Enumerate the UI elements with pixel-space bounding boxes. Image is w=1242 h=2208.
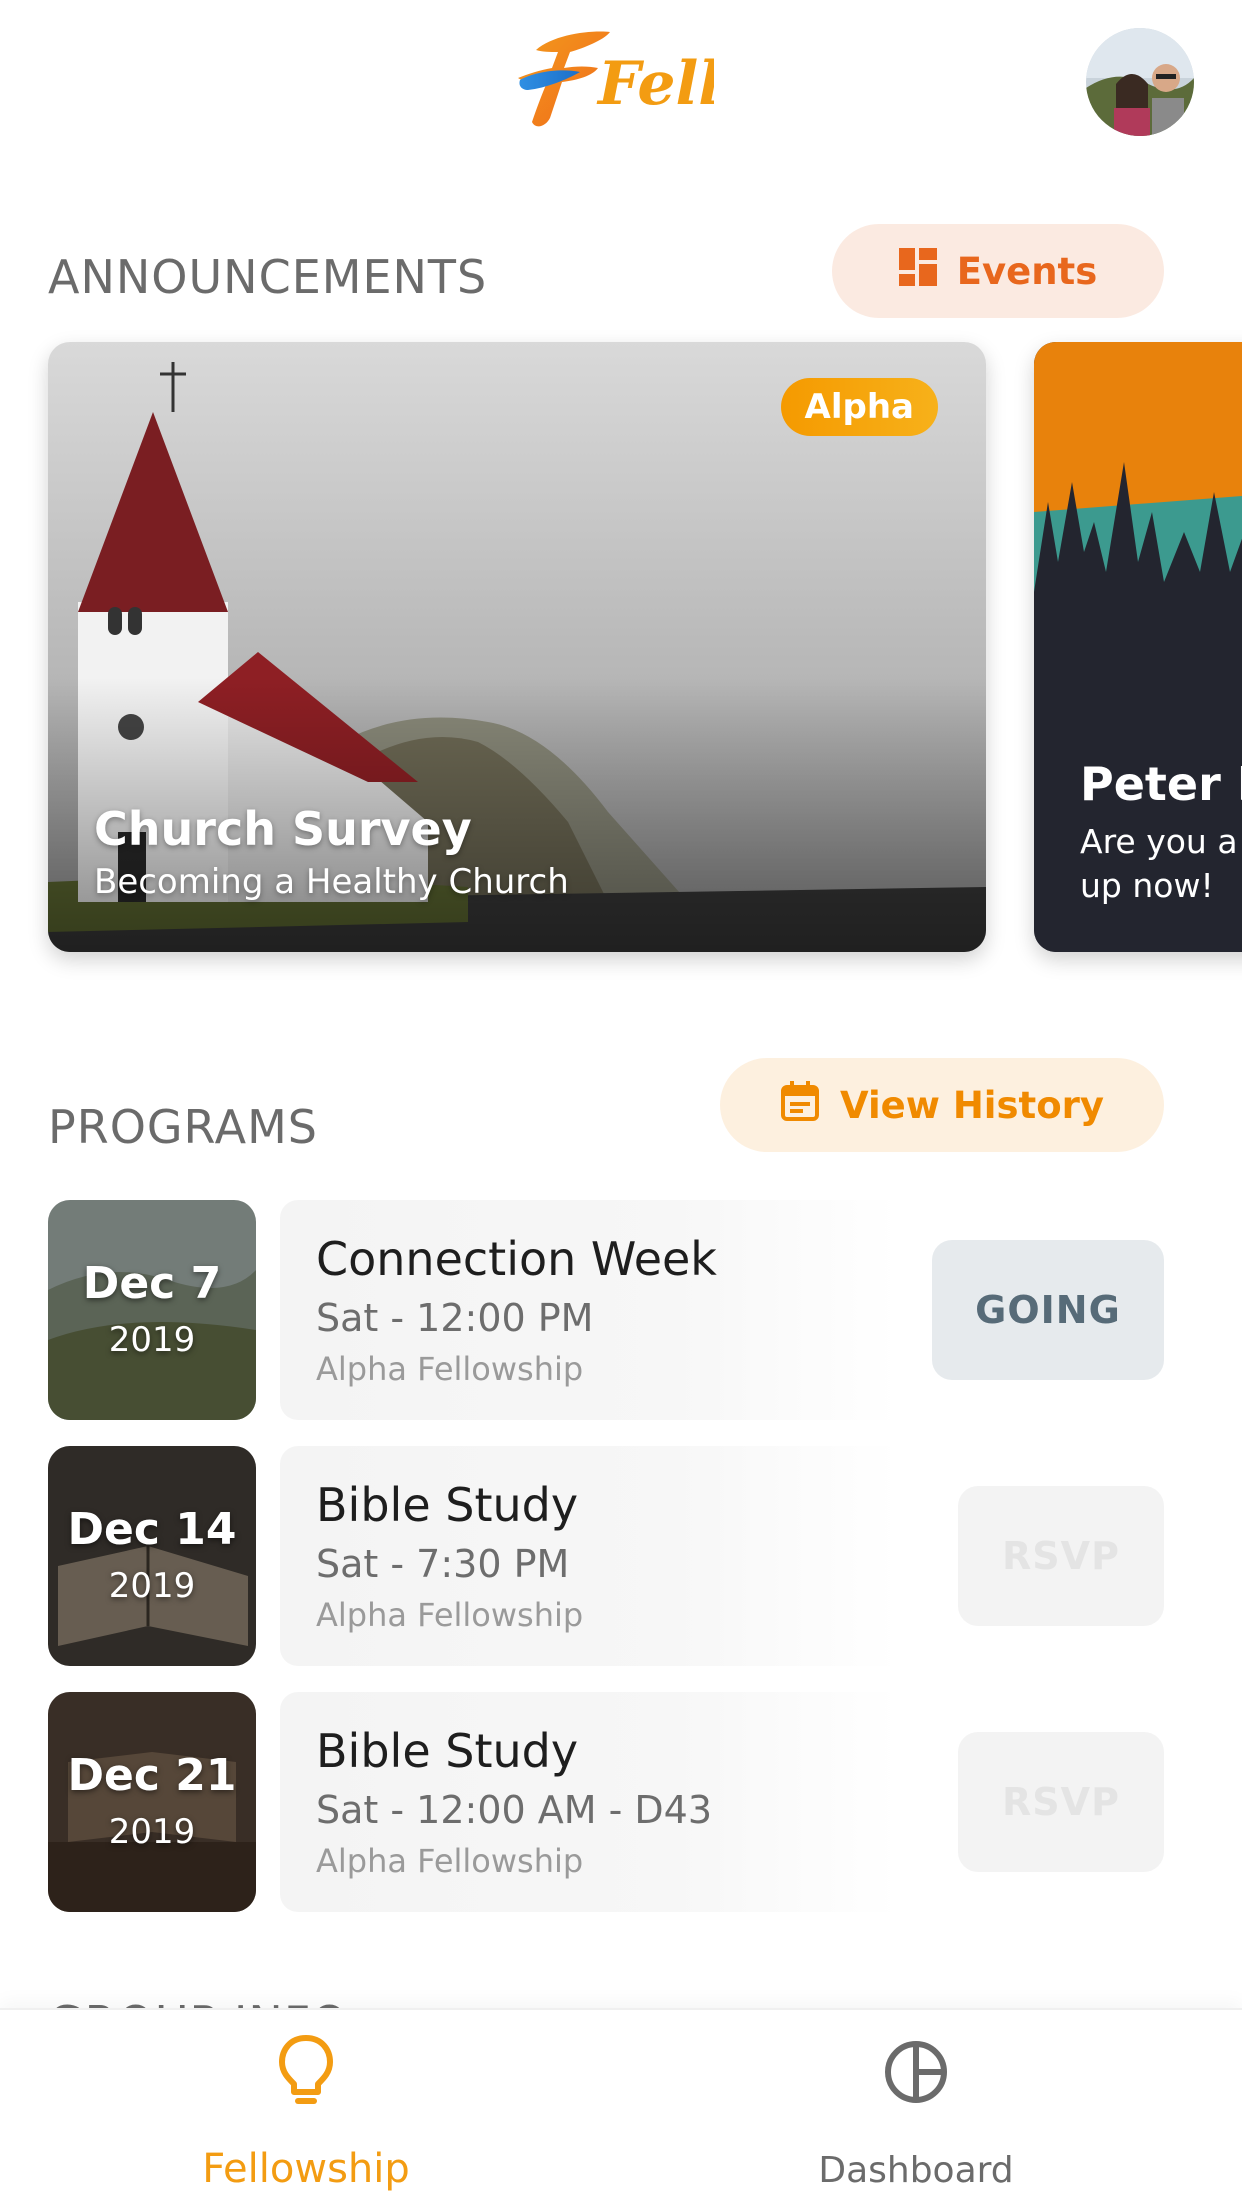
announcements-heading: ANNOUNCEMENTS [48, 250, 488, 304]
date-year: 2019 [108, 1812, 196, 1852]
nav-item-fellowship[interactable]: Fellowship [156, 2010, 456, 2208]
program-group: Alpha Fellowship [316, 1842, 584, 1880]
date-tile: Dec 14 2019 [48, 1446, 256, 1666]
card-subtitle: Are you a up now! [1080, 822, 1238, 905]
fella-logo: Fella [514, 22, 760, 142]
landscape-photo [48, 1200, 256, 1420]
program-row[interactable]: Dec 7 2019 Connection Week Sat - 12:00 P… [48, 1200, 1164, 1420]
program-group: Alpha Fellowship [316, 1350, 584, 1388]
programs-heading: PROGRAMS [48, 1100, 319, 1154]
nav-label-fellowship: Fellowship [202, 2146, 410, 2192]
grid-icon [898, 247, 937, 295]
bottom-nav: Fellowship Dashboard [0, 2008, 1242, 2208]
date-day: Dec 21 [67, 1750, 237, 1801]
user-avatar[interactable] [1086, 28, 1194, 136]
date-year: 2019 [108, 1320, 196, 1360]
program-time: Sat - 12:00 AM - D43 [316, 1788, 713, 1832]
date-year: 2019 [108, 1566, 196, 1606]
app-header: Fella [0, 0, 1242, 170]
card-title: Church Survey [94, 802, 472, 856]
date-day: Dec 7 [82, 1258, 222, 1309]
nav-item-dashboard[interactable]: Dashboard [766, 2010, 1066, 2208]
rsvp-button[interactable]: RSVP [958, 1732, 1164, 1872]
card-subtitle: Becoming a Healthy Church [94, 862, 569, 902]
announcement-card[interactable]: Alpha Church Survey Becoming a Healthy C… [48, 342, 986, 952]
program-time: Sat - 12:00 PM [316, 1296, 594, 1340]
calendar-icon [780, 1080, 820, 1130]
view-history-button[interactable]: View History [720, 1058, 1164, 1152]
card-title: Peter F [1080, 757, 1242, 811]
program-name: Bible Study [316, 1724, 579, 1778]
pie-chart-icon [766, 2032, 1066, 2112]
events-button[interactable]: Events [832, 224, 1164, 318]
program-time: Sat - 7:30 PM [316, 1542, 570, 1586]
announcement-card[interactable]: Peter F Are you a up now! [1034, 342, 1242, 952]
date-day: Dec 14 [67, 1504, 237, 1555]
events-button-label: Events [956, 249, 1098, 293]
program-row[interactable]: Dec 14 2019 Bible Study Sat - 7:30 PM Al… [48, 1446, 1164, 1666]
view-history-label: View History [840, 1083, 1104, 1127]
bible-photo [48, 1446, 256, 1666]
book-photo [48, 1692, 256, 1912]
logo-text: Fella [596, 49, 714, 119]
going-button[interactable]: GOING [932, 1240, 1164, 1380]
nav-label-dashboard: Dashboard [818, 2150, 1014, 2191]
rsvp-button[interactable]: RSVP [958, 1486, 1164, 1626]
program-name: Bible Study [316, 1478, 579, 1532]
program-row[interactable]: Dec 21 2019 Bible Study Sat - 12:00 AM -… [48, 1692, 1164, 1912]
date-tile: Dec 7 2019 [48, 1200, 256, 1420]
card-tag-badge: Alpha [780, 378, 938, 436]
program-group: Alpha Fellowship [316, 1596, 584, 1634]
date-tile: Dec 21 2019 [48, 1692, 256, 1912]
lightbulb-icon [156, 2032, 456, 2112]
program-name: Connection Week [316, 1232, 717, 1286]
